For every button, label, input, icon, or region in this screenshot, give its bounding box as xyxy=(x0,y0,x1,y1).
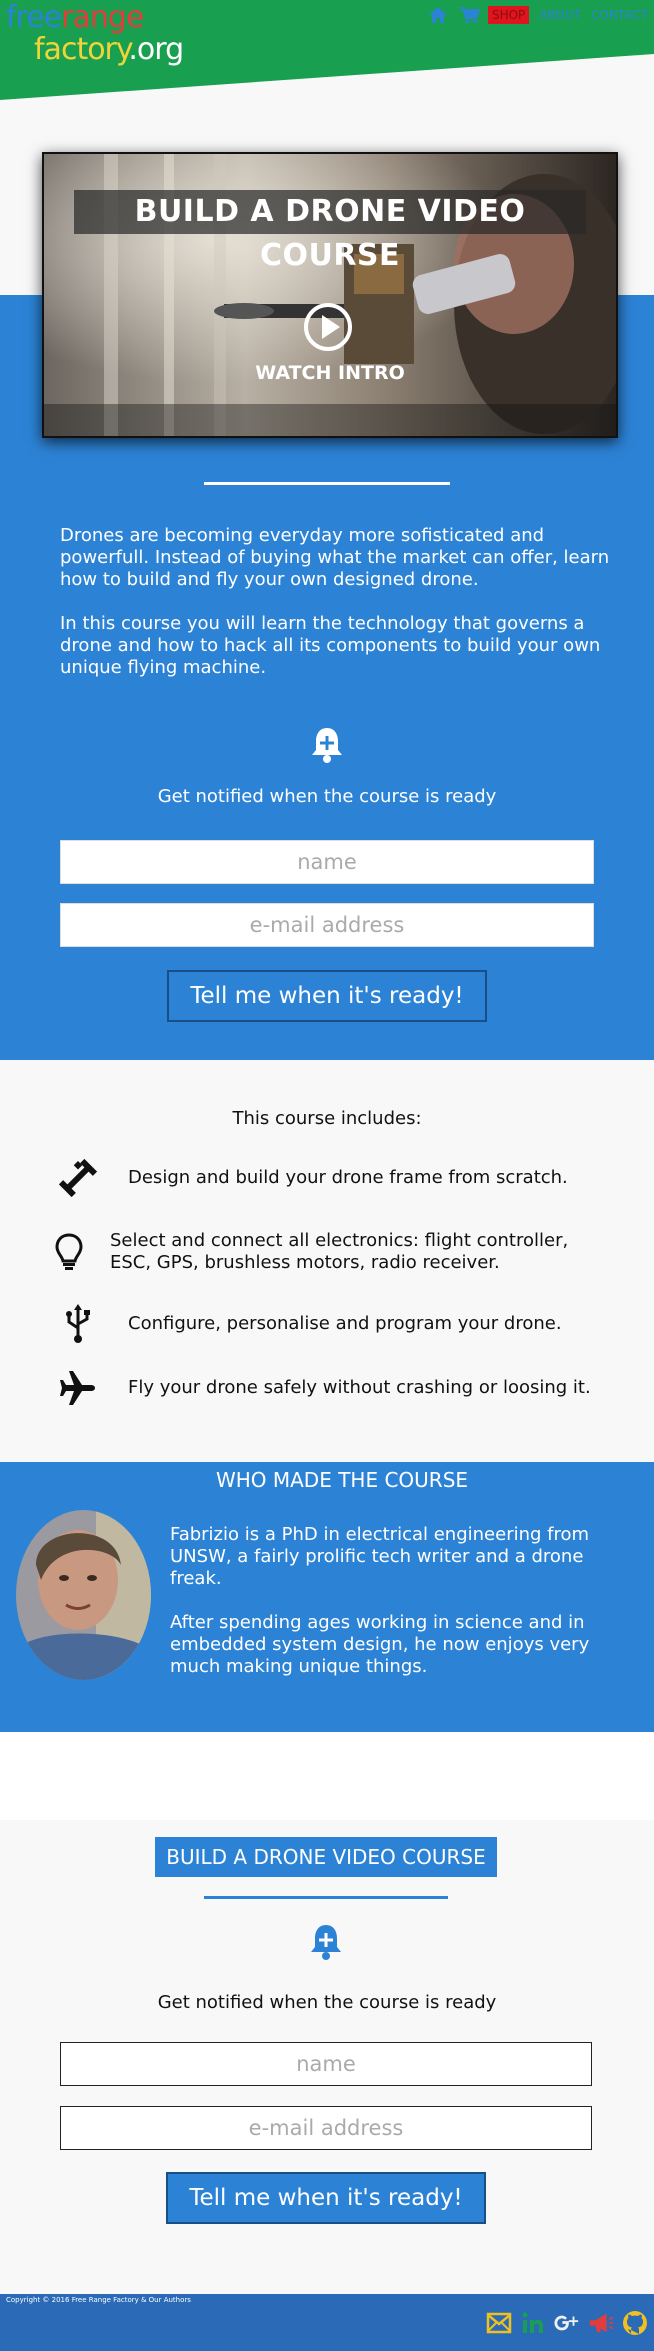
bio-paragraph: Fabrizio is a PhD in electrical engineer… xyxy=(170,1524,590,1589)
include-text: Design and build your drone frame from s… xyxy=(128,1167,568,1188)
nav-about[interactable]: ABOUT xyxy=(539,8,581,22)
name-input[interactable]: name xyxy=(60,2042,592,2086)
lightbulb-icon xyxy=(54,1232,84,1272)
top-nav: SHOP ABOUT CONTACT xyxy=(428,6,648,24)
nav-shop[interactable]: SHOP xyxy=(487,6,530,24)
wrench-icon xyxy=(54,1158,102,1198)
copyright-text: Copyright © 2016 Free Range Factory & Ou… xyxy=(6,2296,191,2304)
spacer xyxy=(0,1732,654,1820)
plane-icon xyxy=(54,1368,102,1408)
name-input[interactable]: name xyxy=(60,840,594,884)
list-item: Configure, personalise and program your … xyxy=(54,1304,614,1344)
video-title: BUILD A DRONE VIDEO COURSE xyxy=(74,190,586,273)
notify-text: Get notified when the course is ready xyxy=(157,786,497,807)
description-paragraph: Drones are becoming everyday more sofist… xyxy=(60,525,610,590)
includes-title: This course includes: xyxy=(232,1108,422,1129)
description-paragraph: In this course you will learn the techno… xyxy=(60,613,601,678)
divider xyxy=(204,1896,448,1899)
email-input[interactable]: e-mail address xyxy=(60,903,594,947)
bio-paragraph: After spending ages working in science a… xyxy=(170,1612,590,1677)
site-logo[interactable]: freerange factory.org xyxy=(6,0,184,67)
include-text: Configure, personalise and program your … xyxy=(128,1313,562,1334)
list-item: Design and build your drone frame from s… xyxy=(54,1158,614,1198)
list-item: Select and connect all electronics: flig… xyxy=(54,1230,614,1274)
course-description: Drones are becoming everyday more sofist… xyxy=(60,525,620,701)
author-title: WHO MADE THE COURSE xyxy=(215,1468,469,1492)
notify-button[interactable]: Tell me when it's ready! xyxy=(167,970,487,1022)
include-text: Fly your drone safely without crashing o… xyxy=(128,1377,591,1398)
watch-intro-label[interactable]: WATCH INTRO xyxy=(230,362,430,384)
play-icon[interactable] xyxy=(303,302,353,352)
author-bio: Fabrizio is a PhD in electrical engineer… xyxy=(170,1524,600,1700)
divider xyxy=(204,482,450,485)
social-links xyxy=(486,2310,648,2336)
notify-button[interactable]: Tell me when it's ready! xyxy=(166,2172,486,2224)
usb-icon xyxy=(54,1304,102,1344)
author-avatar xyxy=(16,1510,151,1680)
site-header: freerange factory.org SHOP ABOUT CONTACT xyxy=(0,0,654,100)
logo-range: range xyxy=(61,0,144,35)
cta-title: BUILD A DRONE VIDEO COURSE xyxy=(155,1837,497,1877)
email-input[interactable]: e-mail address xyxy=(60,2106,592,2150)
logo-factory: factory xyxy=(34,32,129,67)
bell-plus-icon xyxy=(308,1922,344,1962)
googleplus-icon[interactable] xyxy=(554,2310,580,2336)
mail-icon[interactable] xyxy=(486,2310,512,2336)
bell-plus-icon xyxy=(309,725,345,765)
logo-org: .org xyxy=(128,32,184,67)
nav-contact[interactable]: CONTACT xyxy=(591,8,648,22)
home-icon[interactable] xyxy=(428,6,448,24)
linkedin-icon[interactable] xyxy=(520,2310,546,2336)
notify-text: Get notified when the course is ready xyxy=(157,1992,497,2013)
github-icon[interactable] xyxy=(622,2310,648,2336)
list-item: Fly your drone safely without crashing o… xyxy=(54,1368,614,1408)
megaphone-icon[interactable] xyxy=(588,2310,614,2336)
include-text: Select and connect all electronics: flig… xyxy=(110,1230,569,1273)
cart-icon[interactable] xyxy=(458,6,481,24)
logo-free: free xyxy=(6,0,62,35)
